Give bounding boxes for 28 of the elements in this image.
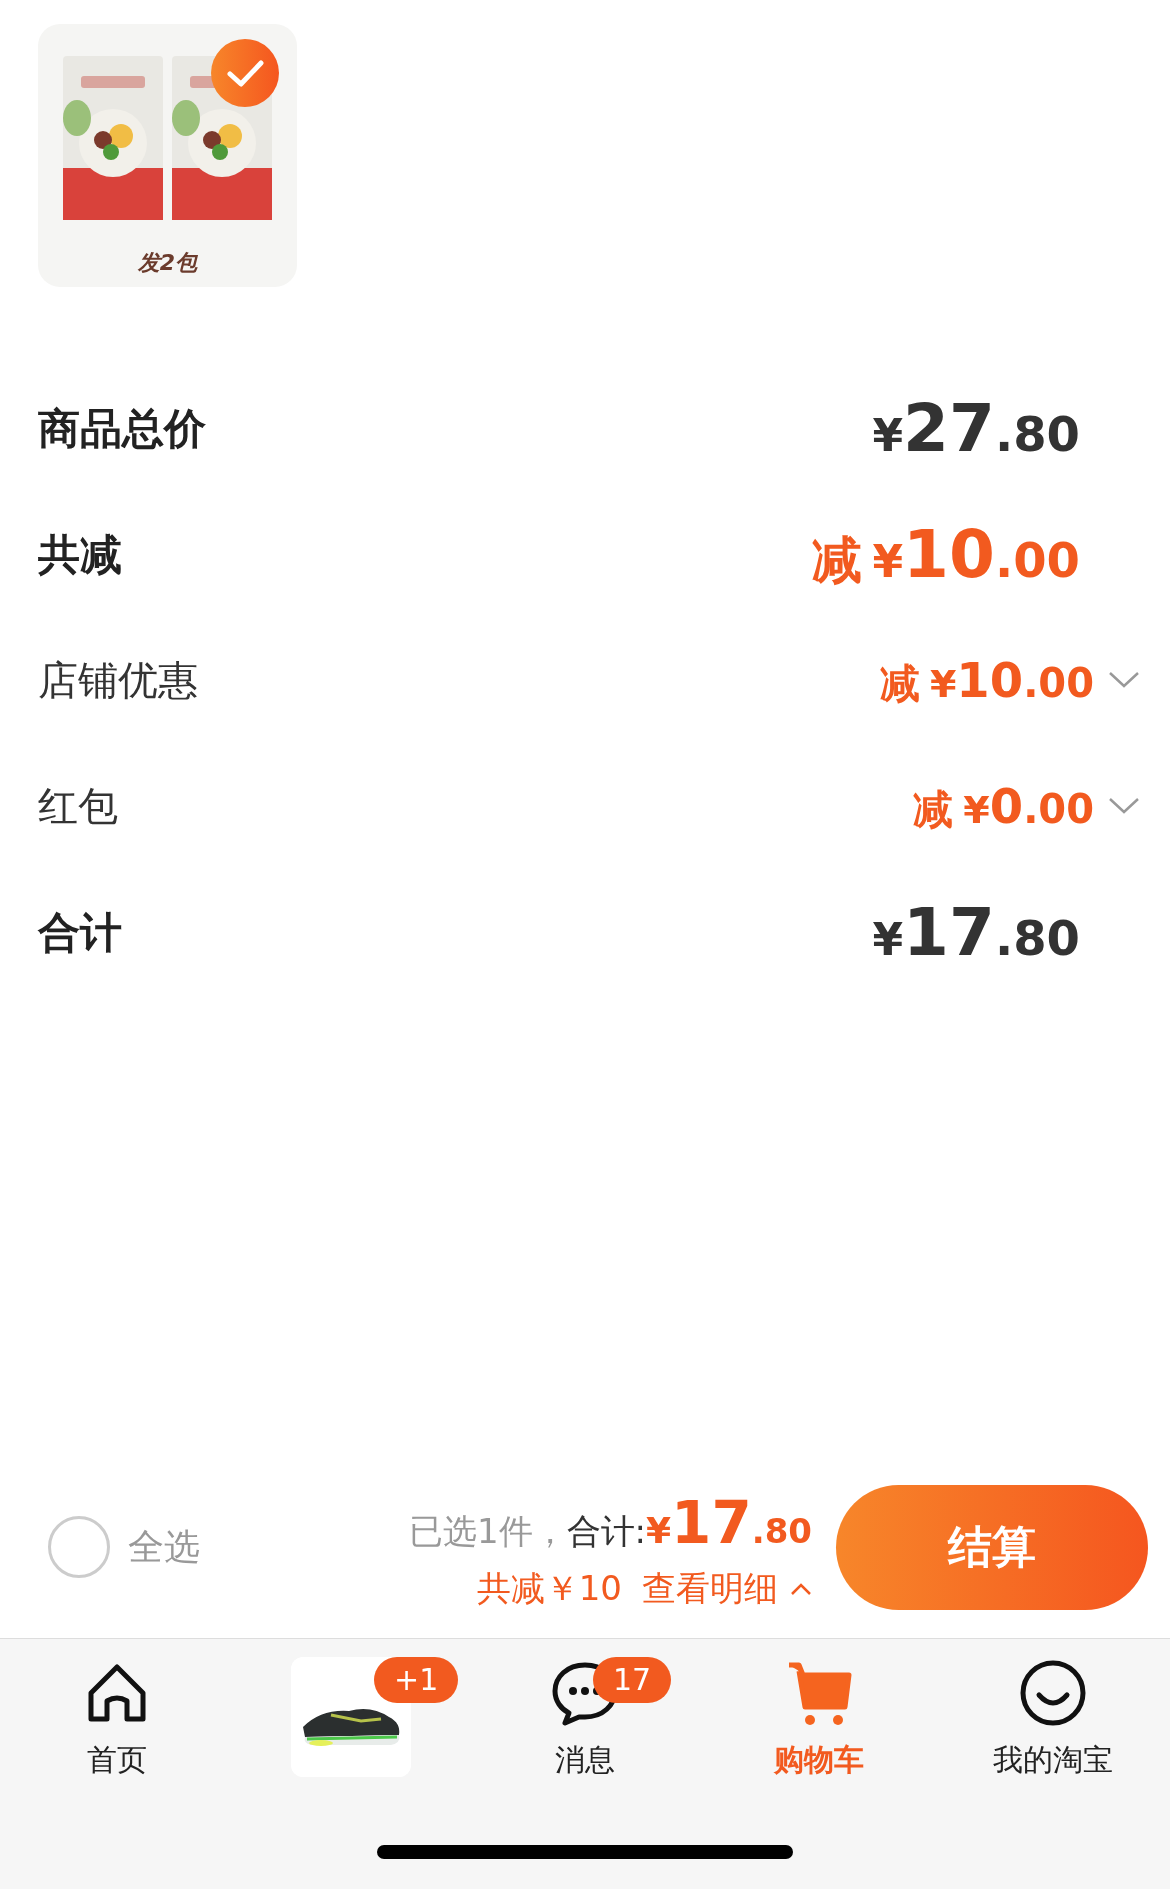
chevron-down-icon[interactable]: [1108, 796, 1140, 816]
selection-total-text: 已选1件，合计:¥17.80: [408, 1488, 812, 1559]
row-label: 合计: [38, 906, 122, 959]
notification-badge: 17: [593, 1657, 672, 1703]
row-label: 红包: [38, 782, 118, 831]
select-all-label[interactable]: 全选: [128, 1520, 200, 1574]
tab-item[interactable]: 首页: [0, 1657, 234, 1782]
tab-item[interactable]: 我的淘宝: [936, 1657, 1170, 1782]
check-icon[interactable]: [210, 38, 280, 108]
price-text: ¥17.80: [872, 892, 1080, 973]
checkout-button[interactable]: 结算: [836, 1484, 1148, 1610]
row-label: 店铺优惠: [38, 656, 198, 705]
row-label: 商品总价: [38, 402, 206, 455]
row-label: 共减: [38, 528, 122, 581]
product-card[interactable]: 发2包: [38, 24, 297, 287]
product-caption: 发2包: [137, 249, 198, 277]
tab-item[interactable]: +1: [234, 1657, 468, 1782]
price-text: ¥27.80: [872, 388, 1080, 469]
price-text: 减 ¥10.00: [812, 514, 1080, 595]
tab-item[interactable]: 消息 17: [468, 1657, 702, 1782]
chevron-down-icon[interactable]: [1108, 670, 1140, 690]
details-link[interactable]: 查看明细: [642, 1563, 812, 1614]
notification-badge: +1: [374, 1657, 459, 1703]
caret-up-icon: [790, 1581, 812, 1596]
price-text: 减 ¥0.00: [913, 777, 1094, 836]
discount-text: 共减￥10: [476, 1567, 622, 1610]
price-text: 减 ¥10.00: [879, 651, 1094, 710]
tab-item[interactable]: 购物车: [702, 1657, 936, 1782]
